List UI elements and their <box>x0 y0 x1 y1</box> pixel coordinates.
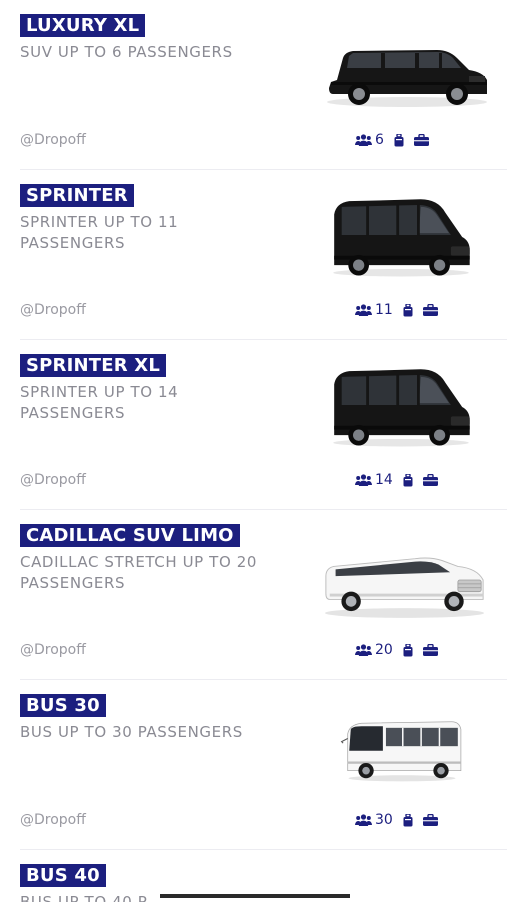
black-suv-image <box>327 50 487 107</box>
vehicle-description: SPRINTER UP TO 11 PASSENGERS <box>20 213 179 252</box>
black-sprinter-van-image <box>333 369 470 447</box>
vehicle-card-bus-40[interactable]: BUS 40 BUS UP TO 40 P <box>0 850 507 902</box>
dropoff-label: @Dropoff <box>20 642 86 658</box>
vehicle-card-cadillac-suv-limo[interactable]: CADILLAC SUV LIMO CADILLAC STRETCH UP TO… <box>0 510 507 680</box>
dropoff-label: @Dropoff <box>20 302 86 318</box>
users-icon <box>355 814 372 826</box>
suitcase-icon <box>394 133 404 147</box>
briefcase-icon <box>422 814 438 826</box>
vehicle-title: BUS 40 <box>20 864 106 887</box>
vehicle-title: CADILLAC SUV LIMO <box>20 524 240 547</box>
passenger-count: 30 <box>375 812 393 828</box>
briefcase-icon <box>413 134 429 146</box>
vehicle-list: LUXURY XL SUV UP TO 6 PASSENGERS @Dropof… <box>0 0 507 902</box>
dropoff-label: @Dropoff <box>20 812 86 828</box>
vehicle-title: BUS 30 <box>20 694 106 717</box>
capacity-stats: 14 <box>355 470 438 490</box>
dropoff-label: @Dropoff <box>20 472 86 488</box>
users-icon <box>355 304 372 316</box>
black-sprinter-van-image <box>333 199 470 277</box>
vehicle-card-sprinter-xl[interactable]: SPRINTER XL SPRINTER UP TO 14 PASSENGERS… <box>0 340 507 510</box>
vehicle-card-bus-30[interactable]: BUS 30 BUS UP TO 30 PASSENGERS @Dropoff … <box>0 680 507 850</box>
users-icon <box>355 644 372 656</box>
vehicle-description: CADILLAC STRETCH UP TO 20 PASSENGERS <box>20 553 258 592</box>
suitcase-icon <box>403 473 413 487</box>
capacity-stats: 11 <box>355 300 438 320</box>
passenger-count: 6 <box>375 132 384 148</box>
suitcase-icon <box>403 303 413 317</box>
passenger-count: 11 <box>375 302 393 318</box>
briefcase-icon <box>422 474 438 486</box>
passenger-count: 14 <box>375 472 393 488</box>
white-coach-bus-image <box>340 721 462 782</box>
suitcase-icon <box>403 813 413 827</box>
dropoff-label: @Dropoff <box>20 132 86 148</box>
briefcase-icon <box>422 644 438 656</box>
white-stretch-limo-image <box>324 557 485 618</box>
vehicle-title: SPRINTER XL <box>20 354 167 377</box>
vehicle-description: SUV UP TO 6 PASSENGERS <box>20 43 233 61</box>
vehicle-image-edge <box>160 894 350 898</box>
vehicle-card-luxury-xl[interactable]: LUXURY XL SUV UP TO 6 PASSENGERS @Dropof… <box>0 0 507 170</box>
users-icon <box>355 134 372 146</box>
vehicle-description: BUS UP TO 30 PASSENGERS <box>20 723 243 741</box>
suitcase-icon <box>403 643 413 657</box>
vehicle-card-sprinter[interactable]: SPRINTER SPRINTER UP TO 11 PASSENGERS @D… <box>0 170 507 340</box>
capacity-stats: 6 <box>355 130 429 150</box>
capacity-stats: 30 <box>355 810 438 830</box>
vehicle-description: SPRINTER UP TO 14 PASSENGERS <box>20 383 179 422</box>
capacity-stats: 20 <box>355 640 438 660</box>
briefcase-icon <box>422 304 438 316</box>
vehicle-title: SPRINTER <box>20 184 134 207</box>
passenger-count: 20 <box>375 642 393 658</box>
vehicle-title: LUXURY XL <box>20 14 146 37</box>
users-icon <box>355 474 372 486</box>
